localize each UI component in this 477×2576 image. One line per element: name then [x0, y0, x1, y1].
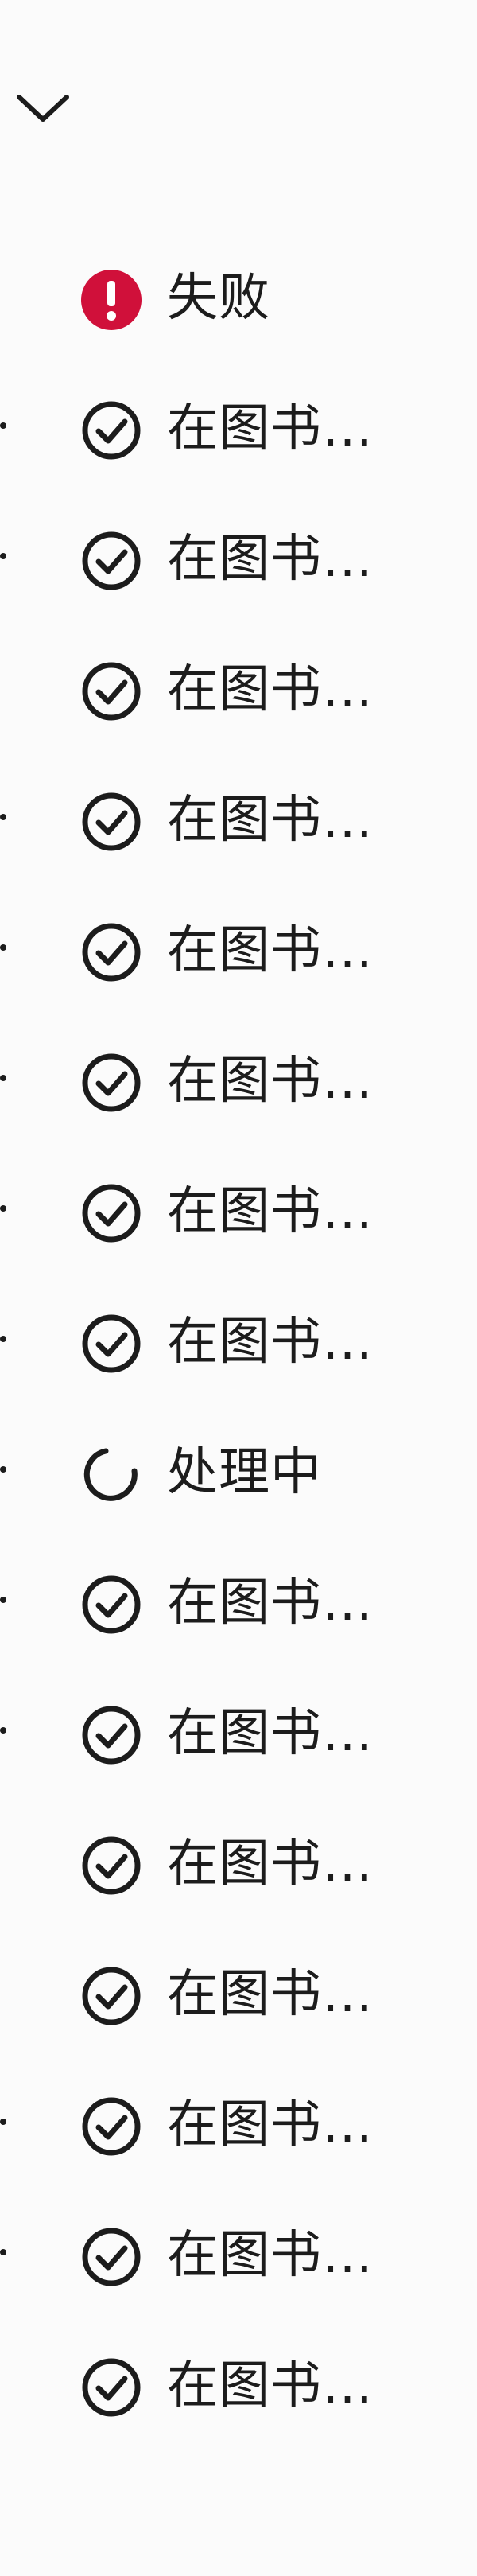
truncated-text-dot: [0, 814, 6, 820]
list-item[interactable]: 在图书…: [0, 2061, 477, 2189]
status-label: 在图书…: [167, 1835, 374, 1893]
check-circle-icon: [80, 2095, 143, 2158]
list-item[interactable]: 在图书…: [0, 365, 477, 492]
truncated-text-dot: [0, 2119, 6, 2125]
status-label: 在图书…: [167, 1704, 374, 1763]
check-circle-icon: [80, 529, 143, 593]
truncated-text-dot: [0, 2249, 6, 2255]
check-circle-icon: [80, 920, 143, 984]
truncated-text-dot: [0, 1075, 6, 1081]
list-item[interactable]: 处理中: [0, 1409, 477, 1536]
status-label: 在图书…: [167, 2356, 374, 2415]
status-label: 在图书…: [167, 530, 374, 589]
check-circle-icon: [80, 399, 143, 462]
status-label: 在图书…: [167, 921, 374, 980]
status-label: 在图书…: [167, 660, 374, 719]
status-label: 在图书…: [167, 1965, 374, 2024]
status-label: 在图书…: [167, 791, 374, 850]
list-item[interactable]: 在图书…: [0, 757, 477, 884]
check-circle-icon: [80, 2225, 143, 2289]
list-item[interactable]: 在图书…: [0, 1278, 477, 1406]
check-circle-icon: [80, 790, 143, 854]
list-item[interactable]: 在图书…: [0, 1800, 477, 1928]
status-label: 处理中: [167, 1443, 322, 1502]
check-circle-icon: [80, 1181, 143, 1245]
list-item[interactable]: 在图书…: [0, 1148, 477, 1275]
chevron-down-icon: [14, 89, 72, 130]
truncated-text-dot: [0, 422, 6, 429]
list-item[interactable]: 在图书…: [0, 1539, 477, 1667]
list-item[interactable]: 在图书…: [0, 887, 477, 1014]
truncated-text-dot: [0, 1727, 6, 1734]
status-label: 在图书…: [167, 2095, 374, 2154]
check-circle-icon: [80, 1312, 143, 1376]
check-circle-icon: [80, 1051, 143, 1115]
check-circle-icon: [80, 660, 143, 723]
list-item[interactable]: 在图书…: [0, 2192, 477, 2319]
list-item[interactable]: 在图书…: [0, 2322, 477, 2450]
list-header: [0, 0, 477, 151]
list-item[interactable]: 在图书…: [0, 1931, 477, 2058]
check-circle-icon: [80, 1703, 143, 1767]
status-label: 在图书…: [167, 2226, 374, 2285]
truncated-text-dot: [0, 1466, 6, 1473]
error-icon: [80, 268, 143, 332]
list-item[interactable]: 在图书…: [0, 1670, 477, 1797]
list-item[interactable]: 在图书…: [0, 626, 477, 753]
spinner-icon: [80, 1442, 143, 1506]
status-label: 在图书…: [167, 399, 374, 458]
status-label: 在图书…: [167, 1313, 374, 1372]
status-label: 在图书…: [167, 1052, 374, 1111]
list-item[interactable]: 在图书…: [0, 496, 477, 623]
truncated-text-dot: [0, 1336, 6, 1342]
truncated-text-dot: [0, 944, 6, 951]
status-label: 在图书…: [167, 1182, 374, 1241]
check-circle-icon: [80, 1964, 143, 2028]
status-label: 失败: [167, 269, 270, 328]
list-item[interactable]: 在图书…: [0, 1018, 477, 1145]
list-item[interactable]: 失败: [0, 235, 477, 362]
check-circle-icon: [80, 1834, 143, 1897]
check-circle-icon: [80, 1573, 143, 1636]
check-circle-icon: [80, 2356, 143, 2419]
collapse-button[interactable]: [14, 86, 84, 134]
truncated-text-dot: [0, 1597, 6, 1603]
status-label: 在图书…: [167, 1574, 374, 1632]
truncated-text-dot: [0, 1205, 6, 1212]
truncated-text-dot: [0, 553, 6, 559]
